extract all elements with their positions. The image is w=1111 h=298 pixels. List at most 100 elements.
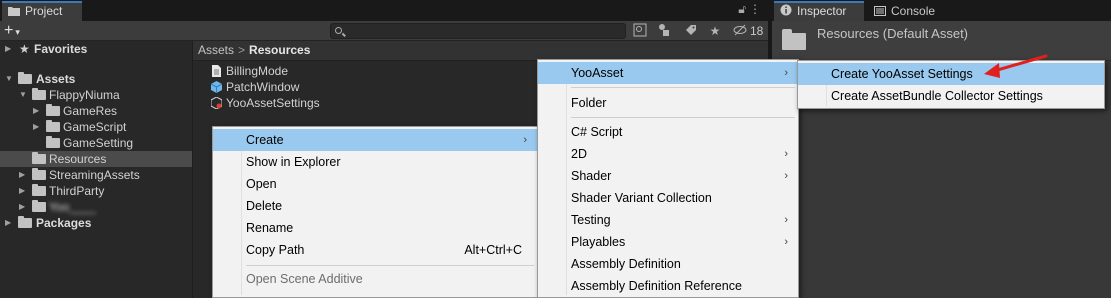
tree-item-label: StreamingAssets bbox=[49, 168, 140, 182]
star-icon: ★ bbox=[19, 42, 30, 56]
menu-item-create-yooasset-settings[interactable]: Create YooAsset Settings bbox=[798, 63, 1104, 85]
menu-item-copy-path[interactable]: Copy Path Alt+Ctrl+C bbox=[213, 239, 537, 261]
tree-item-label: Favorites bbox=[34, 42, 88, 56]
shortcut-label: Alt+Ctrl+C bbox=[464, 243, 522, 257]
menu-item-create[interactable]: Create › bbox=[213, 129, 537, 151]
prefab-cube-icon bbox=[210, 81, 223, 93]
lock-icon[interactable]: 🔓︎ bbox=[738, 2, 749, 16]
favorite-star-icon[interactable]: ★ bbox=[707, 23, 723, 39]
tree-item-thirdparty[interactable]: ▶ ThirdParty bbox=[0, 183, 192, 199]
script-file-icon bbox=[211, 65, 222, 77]
folder-icon bbox=[46, 120, 60, 132]
search-icon bbox=[335, 27, 342, 34]
breadcrumb-assets[interactable]: Assets bbox=[198, 43, 234, 57]
file-label: BillingMode bbox=[226, 64, 289, 78]
more-menu-icon[interactable]: ⋮ bbox=[749, 2, 764, 16]
folder-icon bbox=[46, 136, 60, 148]
expand-arrow-icon[interactable]: ▶ bbox=[19, 167, 29, 183]
tree-item-blurred[interactable]: ▶ Yoo____ bbox=[0, 199, 192, 215]
info-icon bbox=[780, 4, 792, 16]
submenu-arrow-icon: › bbox=[784, 236, 788, 248]
menu-item-show-in-explorer[interactable]: Show in Explorer bbox=[213, 151, 537, 173]
menu-item-open-scene-additive: Open Scene Additive bbox=[246, 272, 363, 286]
search-input[interactable] bbox=[330, 23, 626, 39]
hidden-packages-count: 18 bbox=[750, 24, 764, 38]
menu-item-folder[interactable]: Folder bbox=[538, 92, 798, 114]
submenu-arrow-icon: › bbox=[784, 170, 788, 182]
hidden-packages-eye-icon[interactable] bbox=[732, 23, 748, 39]
expand-arrow-icon[interactable]: ▶ bbox=[5, 41, 15, 57]
submenu-arrow-icon: › bbox=[523, 134, 527, 146]
expand-arrow-icon[interactable]: ▶ bbox=[19, 199, 29, 215]
menu-item-shader[interactable]: Shader › bbox=[538, 165, 798, 187]
tab-project-label: Project bbox=[25, 4, 63, 18]
project-tabbar: Project 🔓︎⋮ bbox=[0, 0, 768, 21]
menu-item-create-assetbundle-collector-settings[interactable]: Create AssetBundle Collector Settings bbox=[798, 85, 1104, 107]
menu-item-assembly-definition[interactable]: Assembly Definition bbox=[538, 253, 798, 275]
file-label: YooAssetSettings bbox=[226, 96, 320, 110]
menu-item-delete[interactable]: Delete bbox=[213, 195, 537, 217]
inspector-header: Resources (Default Asset) bbox=[772, 21, 1111, 61]
inspector-tabbar: Inspector Console bbox=[772, 0, 1111, 21]
tree-item-streamingassets[interactable]: ▶ StreamingAssets bbox=[0, 167, 192, 183]
collapse-arrow-icon[interactable]: ▼ bbox=[5, 71, 15, 87]
window-controls: 🔓︎⋮ bbox=[738, 2, 764, 17]
label-tag-icon[interactable] bbox=[683, 23, 699, 39]
tab-inspector-label: Inspector bbox=[797, 4, 847, 18]
tree-item-gameres[interactable]: ▶ GameRes bbox=[0, 103, 192, 119]
expand-arrow-icon[interactable]: ▶ bbox=[19, 183, 29, 199]
folder-icon bbox=[32, 88, 46, 100]
menu-item-testing[interactable]: Testing › bbox=[538, 209, 798, 231]
tree-item-gamescript[interactable]: ▶ GameScript bbox=[0, 119, 192, 135]
menu-separator bbox=[571, 117, 795, 118]
folder-icon bbox=[8, 4, 20, 16]
folder-tree: ▶ ★ Favorites ▼ Assets ▼ FlappyNiuma ▶ G… bbox=[0, 41, 192, 298]
tab-project[interactable]: Project bbox=[2, 1, 82, 21]
tree-item-packages[interactable]: ▶ Packages bbox=[0, 215, 192, 231]
tree-item-label: ThirdParty bbox=[49, 184, 105, 198]
menu-item-playables[interactable]: Playables › bbox=[538, 231, 798, 253]
menu-separator bbox=[246, 265, 534, 266]
folder-icon bbox=[782, 29, 806, 50]
folder-icon bbox=[46, 104, 60, 116]
inspector-asset-title: Resources (Default Asset) bbox=[817, 26, 969, 41]
context-menu: Create › Show in Explorer Open Delete Ren… bbox=[212, 126, 538, 298]
tree-item-label: Resources bbox=[49, 152, 107, 166]
file-item-patchwindow[interactable]: PatchWindow bbox=[210, 79, 299, 95]
folder-icon bbox=[32, 184, 46, 196]
breadcrumb-resources[interactable]: Resources bbox=[249, 43, 310, 57]
tree-item-favorites[interactable]: ▶ ★ Favorites bbox=[0, 41, 192, 57]
chevron-down-icon: ▾ bbox=[15, 27, 20, 37]
expand-arrow-icon[interactable]: ▶ bbox=[33, 119, 43, 135]
tree-item-flappyniuma[interactable]: ▼ FlappyNiuma bbox=[0, 87, 192, 103]
menu-item-csharp-script[interactable]: C# Script bbox=[538, 121, 798, 143]
menu-item-rename[interactable]: Rename bbox=[213, 217, 537, 239]
scriptable-object-icon bbox=[210, 96, 223, 110]
menu-item-shader-variant-collection[interactable]: Shader Variant Collection bbox=[538, 187, 798, 209]
tree-item-assets[interactable]: ▼ Assets bbox=[0, 71, 192, 87]
menu-item-open[interactable]: Open bbox=[213, 173, 537, 195]
tree-item-label: GameScript bbox=[63, 120, 127, 134]
menu-item-yooasset[interactable]: YooAsset › bbox=[538, 62, 798, 84]
file-item-billingmode[interactable]: BillingMode bbox=[211, 63, 288, 79]
filter-by-type-icon[interactable] bbox=[656, 23, 672, 39]
tree-item-resources[interactable]: Resources bbox=[0, 151, 192, 167]
inspector-window: Inspector Console Resources (Default Ass… bbox=[772, 0, 1111, 298]
tree-item-label: GameRes bbox=[63, 104, 118, 118]
menu-item-2d[interactable]: 2D › bbox=[538, 143, 798, 165]
create-submenu: YooAsset › Folder C# Script 2D › Shader › S… bbox=[537, 59, 799, 298]
tab-console[interactable]: Console bbox=[868, 1, 948, 21]
submenu-arrow-icon: › bbox=[784, 148, 788, 160]
tab-inspector[interactable]: Inspector bbox=[774, 1, 864, 21]
expand-arrow-icon[interactable]: ▶ bbox=[33, 103, 43, 119]
search-by-type-icon[interactable] bbox=[632, 23, 648, 39]
menu-item-assembly-definition-reference[interactable]: Assembly Definition Reference bbox=[538, 275, 798, 297]
tree-item-gamesetting[interactable]: GameSetting bbox=[0, 135, 192, 151]
expand-arrow-icon[interactable]: ▶ bbox=[5, 215, 15, 231]
file-item-yooassetsettings[interactable]: YooAssetSettings bbox=[210, 95, 320, 111]
folder-icon bbox=[32, 152, 46, 164]
add-button[interactable]: + ▾ bbox=[4, 21, 20, 42]
folder-icon bbox=[32, 200, 46, 212]
tree-item-label: FlappyNiuma bbox=[49, 88, 120, 102]
collapse-arrow-icon[interactable]: ▼ bbox=[19, 87, 29, 103]
